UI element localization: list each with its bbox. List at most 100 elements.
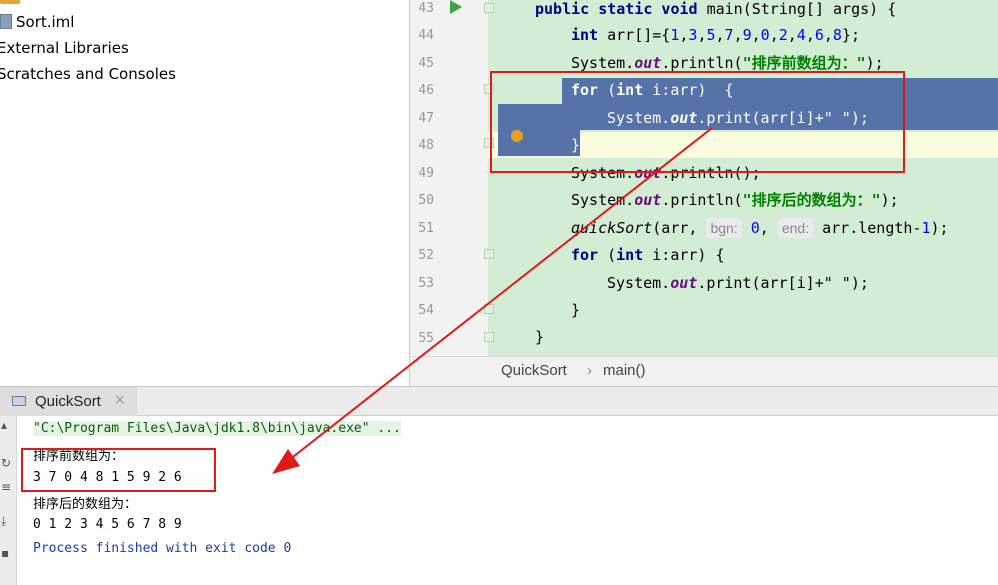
tree-item-label: Sort.iml (16, 13, 75, 31)
close-icon[interactable]: × (114, 392, 126, 408)
line-number: 45 (418, 56, 434, 71)
code-line-43: public static void main(String[] args) { (535, 0, 896, 22)
code-token: ); (880, 191, 899, 209)
run-panel-header: QuickSort × (0, 386, 998, 416)
code-token: , (823, 26, 833, 44)
fold-icon[interactable] (484, 304, 494, 314)
fold-icon[interactable] (484, 249, 494, 259)
breadcrumb-separator: › (587, 362, 592, 379)
code-token: int (616, 246, 653, 264)
annotation-box-code (490, 71, 905, 173)
code-token: "排序前数组为：" (742, 54, 866, 72)
line-number: 48 (418, 138, 434, 153)
line-number: 43 (418, 1, 434, 16)
line-number: 49 (418, 166, 434, 181)
code-token: 7 (724, 26, 734, 44)
annotation-box-output (21, 448, 216, 492)
code-token: out (634, 191, 662, 209)
line-number: 50 (418, 193, 434, 208)
code-line-51: quickSort(arr, bgn: 0, end: arr.length-1… (571, 215, 949, 241)
breadcrumb-method[interactable]: main() (603, 362, 646, 379)
line-number: 46 (418, 83, 434, 98)
code-line-50: System.out.println("排序后的数组为："); (571, 187, 899, 213)
code-token: , (733, 26, 743, 44)
code-token: }; (841, 26, 860, 44)
console-command-line: "C:\Program Files\Java\jdk1.8\bin\java.e… (33, 421, 401, 436)
breadcrumb: QuickSort › main() (410, 356, 998, 387)
tree-item-external-libraries[interactable]: External Libraries (0, 35, 129, 61)
console-line: 排序后的数组为： (33, 497, 138, 512)
console-line: 0 1 2 3 4 5 6 7 8 9 (33, 517, 182, 532)
soft-wrap-icon[interactable]: ≡ (1, 480, 13, 494)
line-number: 52 (418, 248, 434, 263)
code-line-54: } (571, 297, 580, 323)
code-token: 4 (796, 26, 806, 44)
code-token: 8 (832, 26, 842, 44)
print-icon[interactable]: ▪ (1, 546, 13, 560)
tree-item-label: External Libraries (0, 39, 129, 57)
code-token: .println( (661, 191, 743, 209)
code-token: 1 (921, 219, 931, 237)
code-token: , (759, 219, 778, 237)
line-number: 51 (418, 221, 434, 236)
code-token: .println( (661, 54, 743, 72)
breadcrumb-class[interactable]: QuickSort (501, 362, 567, 379)
code-line-44: int arr[]={1,3,5,7,9,0,2,4,6,8}; (571, 22, 860, 48)
code-token: 0 (760, 26, 770, 44)
code-token: for (571, 246, 608, 264)
code-line-53: System.out.print(arr[i]+" "); (607, 270, 869, 296)
code-token: ); (850, 274, 869, 292)
up-arrow-icon[interactable]: ▴ (1, 418, 13, 432)
code-token: .print(arr[i]+ (697, 274, 824, 292)
project-tree: Sort.iml External Libraries Scratches an… (0, 0, 409, 386)
run-tab-label: QuickSort (35, 393, 101, 410)
code-token: 2 (778, 26, 788, 44)
code-token: 0 (750, 219, 760, 237)
run-icon[interactable] (450, 0, 462, 14)
line-number: 47 (418, 111, 434, 126)
code-token: } (535, 328, 545, 346)
folder-icon (0, 0, 30, 6)
code-token: i:arr) { (652, 246, 725, 264)
code-token: []={ (634, 26, 671, 44)
code-token: " " (823, 274, 851, 292)
code-token: } (571, 301, 581, 319)
code-line-55: } (535, 324, 544, 350)
line-number: 53 (418, 276, 434, 291)
rerun-icon[interactable]: ↻ (1, 456, 13, 470)
parameter-hint: end: (777, 218, 814, 238)
code-token: 5 (706, 26, 716, 44)
code-token: int (571, 26, 608, 44)
scroll-to-end-icon[interactable]: ⤓ (1, 514, 13, 529)
code-token: main(String[] args) { (706, 0, 897, 18)
code-token: System. (607, 274, 671, 292)
code-token: out (670, 274, 698, 292)
tree-item-scratches[interactable]: Scratches and Consoles (0, 61, 176, 87)
run-config-icon (12, 396, 26, 406)
line-number: 54 (418, 303, 434, 318)
console-output[interactable]: "C:\Program Files\Java\jdk1.8\bin\java.e… (17, 416, 998, 585)
code-token: quickSort (571, 219, 653, 237)
console-exit-line: Process finished with exit code 0 (33, 541, 292, 556)
code-token: , (751, 26, 761, 44)
code-token: (arr, (652, 219, 707, 237)
code-token: System. (571, 54, 635, 72)
code-editor[interactable]: 43 44 45 46 47 48 49 50 51 52 53 54 55 p… (410, 0, 998, 356)
code-token: public static void (535, 0, 707, 18)
fold-icon[interactable] (484, 3, 494, 13)
run-tab-quicksort[interactable]: QuickSort × (0, 387, 137, 416)
parameter-hint: bgn: (706, 218, 742, 238)
tree-item-sort-iml[interactable]: Sort.iml (0, 9, 74, 35)
code-token: System. (571, 191, 635, 209)
fold-icon[interactable] (484, 332, 494, 342)
code-token: ( (607, 246, 617, 264)
code-token: 6 (814, 26, 824, 44)
code-line-52: for (int i:arr) { (571, 242, 725, 268)
code-token: ); (930, 219, 949, 237)
code-token: arr.length- (813, 219, 922, 237)
run-toolbar: ▴ ↻ ≡ ⤓ ▪ (0, 416, 17, 585)
line-number: 55 (418, 331, 434, 346)
line-number: 44 (418, 28, 434, 43)
code-token: , (787, 26, 797, 44)
code-token: "排序后的数组为：" (742, 191, 881, 209)
